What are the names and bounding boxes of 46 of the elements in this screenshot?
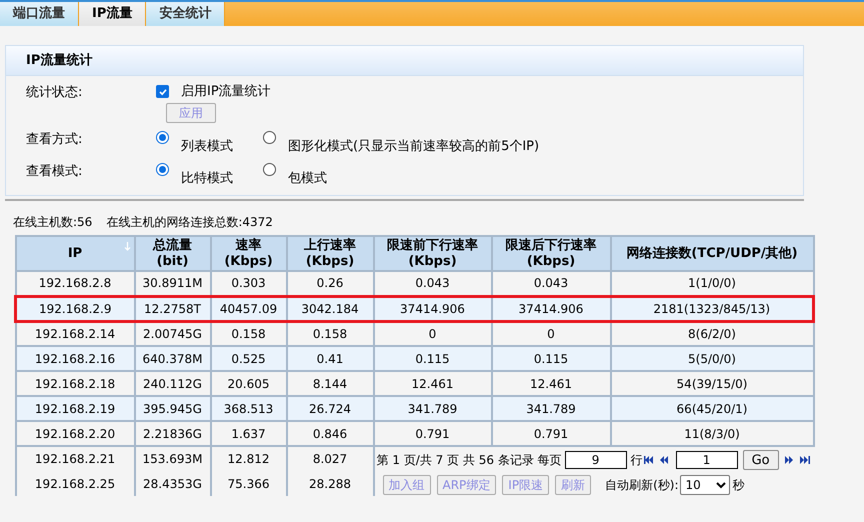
table-cell: 8.027: [286, 446, 374, 471]
table-cell: 192.168.2.25: [16, 471, 134, 496]
tab[interactable]: 安全统计: [146, 2, 226, 26]
auto-refresh-label: 自动刷新(秒):: [605, 477, 678, 494]
table-cell: 75.366: [210, 471, 286, 496]
tab[interactable]: 端口流量: [0, 2, 79, 26]
summary-text: 在线主机数:56: [13, 214, 92, 231]
next-page-icon[interactable]: [784, 455, 795, 465]
field-label: 查看方式:: [26, 131, 84, 149]
field-label: 统计状态:: [26, 84, 84, 102]
page-info: 第 1 页/共 7 页 共 56 条记录 每页: [376, 452, 562, 469]
page-number-field[interactable]: 1: [676, 451, 738, 469]
table-cell: 192.168.2.8: [16, 271, 134, 296]
panel-title: IP流量统计: [26, 52, 92, 70]
previous-page-icon[interactable]: [658, 455, 670, 465]
column-header[interactable]: IP: [16, 236, 134, 271]
field-label: 查看模式:: [26, 163, 84, 181]
table-cell: 12.812: [210, 446, 286, 471]
summary-text: 在线主机的网络连接总数:4372: [106, 214, 273, 231]
table-cell: 2181(1323/845/13): [610, 296, 814, 321]
radio-label: 图形化模式(只显示当前速率较高的前5个IP): [288, 138, 540, 156]
checkbox[interactable]: [156, 85, 169, 98]
radio-label: 包模式: [288, 170, 327, 188]
checkmark-icon: [158, 86, 168, 97]
table-cell: 192.168.2.9: [16, 296, 134, 321]
rows-per-page-field[interactable]: 9: [564, 451, 627, 469]
go-button[interactable]: Go: [742, 450, 779, 470]
radio-button[interactable]: [156, 163, 169, 176]
radio-label: 比特模式: [181, 170, 233, 188]
unit-label: 行: [630, 452, 643, 469]
radio-button[interactable]: [263, 131, 276, 144]
column-header[interactable]: 网络连接数(TCP/UDP/其他): [610, 236, 814, 271]
radio-button[interactable]: [156, 131, 169, 144]
table-cell: 28.4353G: [134, 471, 210, 496]
last-page-icon[interactable]: [798, 455, 810, 465]
sort-arrow-icon: [124, 242, 130, 251]
tab[interactable]: IP流量: [79, 2, 146, 26]
first-page-icon[interactable]: [644, 455, 655, 465]
unit-label: 秒: [732, 477, 744, 494]
radio-label: 列表模式: [181, 138, 233, 156]
table-cell: 28.288: [286, 471, 374, 496]
refresh-interval-select[interactable]: 10: [680, 475, 730, 495]
table-cell: 153.693M: [134, 446, 210, 471]
table-cell: 192.168.2.21: [16, 446, 134, 471]
radio-button[interactable]: [263, 163, 276, 176]
checkbox-label: 启用IP流量统计: [181, 83, 271, 101]
